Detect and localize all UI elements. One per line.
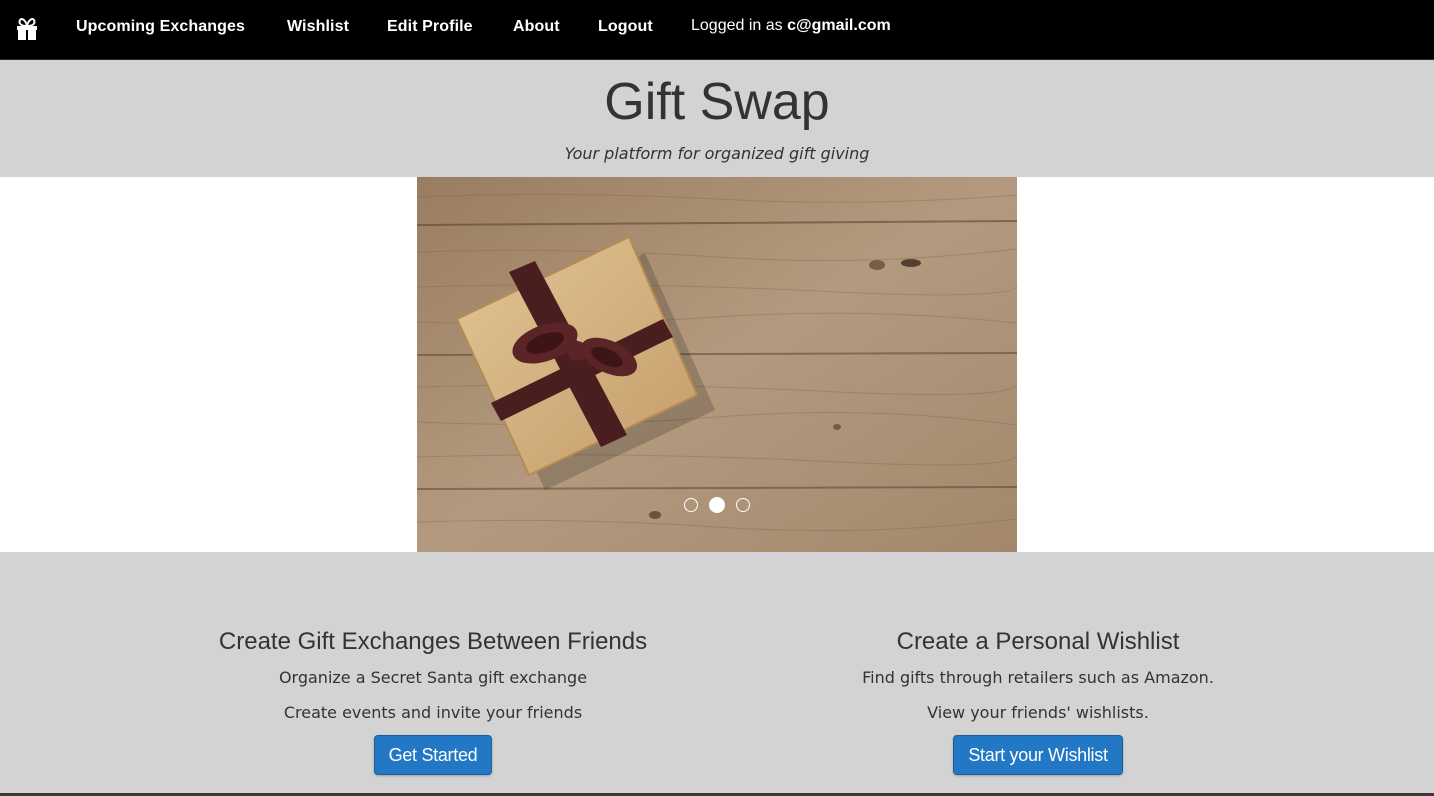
feature-title: Create a Personal Wishlist	[896, 628, 1180, 655]
nav-logout[interactable]: Logout	[598, 18, 653, 36]
page-header: Gift Swap Your platform for organized gi…	[0, 60, 1434, 177]
start-wishlist-button[interactable]: Start your Wishlist	[953, 735, 1123, 775]
image-carousel[interactable]	[417, 177, 1017, 552]
feature-text: Create events and invite your friends	[283, 703, 583, 722]
logged-in-status: Logged in as c@gmail.com	[691, 17, 891, 35]
nav-wishlist[interactable]: Wishlist	[287, 18, 349, 36]
feature-text: Find gifts through retailers such as Ama…	[862, 668, 1214, 687]
feature-gift-exchanges: Create Gift Exchanges Between Friends Or…	[203, 628, 663, 775]
feature-wishlist: Create a Personal Wishlist Find gifts th…	[808, 628, 1268, 775]
gift-icon[interactable]	[16, 17, 38, 41]
user-email: c@gmail.com	[787, 17, 891, 34]
carousel-indicator-2[interactable]	[709, 496, 725, 513]
nav-upcoming-exchanges[interactable]: Upcoming Exchanges	[76, 18, 245, 36]
top-navbar: Upcoming Exchanges Wishlist Edit Profile…	[0, 0, 1434, 60]
nav-edit-profile[interactable]: Edit Profile	[387, 18, 473, 36]
carousel-indicator-3[interactable]	[736, 497, 751, 512]
tagline: Your platform for organized gift giving	[564, 144, 870, 163]
carousel-band	[0, 177, 1434, 552]
carousel-indicator-1[interactable]	[683, 497, 698, 512]
carousel-indicators	[417, 494, 1017, 513]
get-started-button[interactable]: Get Started	[373, 735, 493, 775]
logged-in-prefix: Logged in as	[691, 17, 788, 34]
nav-about[interactable]: About	[513, 18, 560, 36]
feature-text: View your friends' wishlists.	[927, 703, 1149, 722]
feature-title: Create Gift Exchanges Between Friends	[218, 628, 648, 655]
site-title: Gift Swap	[604, 73, 830, 131]
feature-text: Organize a Secret Santa gift exchange	[278, 668, 588, 687]
